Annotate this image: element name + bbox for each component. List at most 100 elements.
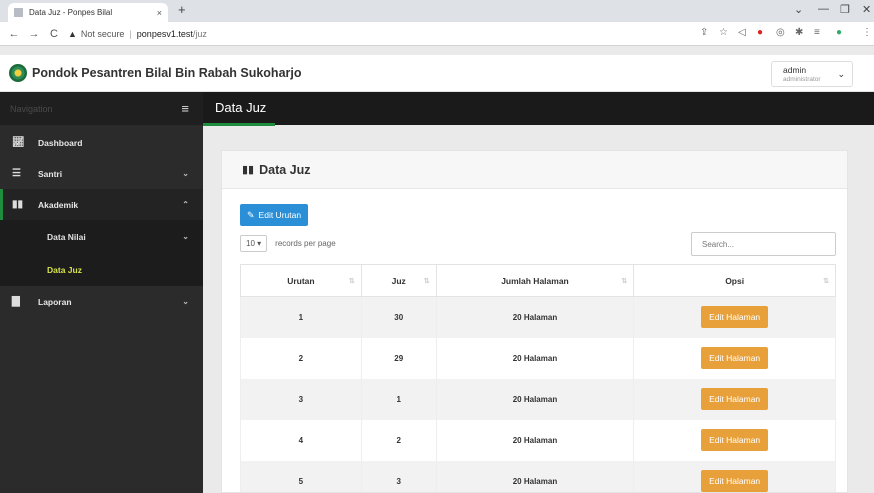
sidebar-item-akademik[interactable]: ▮▮ Akademik ⌃ [0,189,203,220]
records-per-page: 10 ▾ records per page [240,235,336,252]
reload-icon[interactable]: C [48,28,60,40]
back-icon[interactable]: ← [8,28,20,40]
column-header-urutan[interactable]: Urutan ⇅ [240,264,362,297]
new-tab-button[interactable]: + [178,2,186,17]
user-menu[interactable]: admin administrator ⌄ [771,61,853,87]
browser-tab-bar: Data Juz - Ponpes Bilal × + ⌄ — ❐ ✕ [0,0,874,22]
url-field[interactable]: ▲ Not secure | ponpesv1.test/juz [68,29,207,39]
brand-title: Pondok Pesantren Bilal Bin Rabah Sukohar… [32,66,302,80]
sidebar: Navigation ≡ 📈︎ Dashboard ☰ Santri ⌄ ▮▮ … [0,92,203,493]
search-input[interactable] [691,232,836,256]
cell-opsi: Edit Halaman [633,419,836,461]
sidebar-item-label: Santri [38,168,63,179]
tab-search-chevron-icon[interactable]: ⌄ [794,3,803,16]
app-header: Pondok Pesantren Bilal Bin Rabah Sukohar… [0,55,874,92]
cell-opsi: Edit Halaman [633,296,836,338]
edit-halaman-button[interactable]: Edit Halaman [701,429,769,451]
cell-juz: 2 [360,419,437,461]
sidebar-header: Navigation ≡ [0,92,203,125]
file-icon: ▇ [12,296,20,307]
edit-halaman-button[interactable]: Edit Halaman [701,388,769,410]
reading-list-icon[interactable]: ≡ [814,27,820,38]
profile-avatar-icon[interactable]: ● [836,27,842,38]
sidebar-item-data-juz[interactable]: Data Juz [0,253,203,286]
edit-urutan-button[interactable]: ✎ Edit Urutan [240,204,309,226]
list-icon: ☰ [12,168,21,179]
title-underline [203,123,275,126]
table-row: 2 29 20 Halaman Edit Halaman [240,337,836,379]
sidebar-item-laporan[interactable]: ▇ Laporan ⌄ [0,286,203,317]
forward-icon[interactable]: → [28,28,40,40]
sidebar-item-label: Akademik [38,199,79,210]
sidebar-item-dashboard[interactable]: 📈︎ Dashboard [0,127,203,158]
column-header-juz[interactable]: Juz ⇅ [360,264,437,297]
column-header-label: Opsi [725,275,745,286]
chevron-down-icon: ⌄ [182,169,189,178]
mute-icon[interactable]: ◁ [738,27,746,38]
cell-urutan: 4 [240,419,362,461]
edit-halaman-button[interactable]: Edit Halaman [701,347,769,369]
sort-icon: ⇅ [621,278,628,285]
chevron-up-icon: ⌃ [182,200,189,209]
cell-urutan: 3 [240,378,362,420]
cell-opsi: Edit Halaman [633,460,836,492]
cell-jumlah-halaman: 20 Halaman [435,460,635,492]
user-name: admin [783,65,807,75]
edit-icon: ✎ [247,209,255,220]
edit-halaman-button[interactable]: Edit Halaman [701,470,769,492]
chevron-down-icon: ⌄ [837,69,845,79]
book-open-icon: ▮▮ [12,199,24,210]
share-icon[interactable]: ⇪ [700,27,708,38]
browser-menu-icon[interactable]: ⋮ [862,27,872,38]
cell-jumlah-halaman: 20 Halaman [435,378,635,420]
cell-jumlah-halaman: 20 Halaman [435,337,635,379]
cell-juz: 29 [360,337,437,379]
chevron-down-icon: ⌄ [182,297,189,306]
column-header-opsi[interactable]: Opsi ⇅ [633,264,836,297]
cell-opsi: Edit Halaman [633,337,836,379]
navigation-label: Navigation [10,103,53,114]
card-title: Data Juz [259,162,311,177]
table-header-row: Urutan ⇅ Juz ⇅ Jumlah Halaman ⇅ Opsi ⇅ [240,264,836,297]
restore-icon[interactable]: ❐ [840,3,850,16]
cell-jumlah-halaman: 20 Halaman [435,296,635,338]
hamburger-menu-icon[interactable]: ≡ [181,101,189,116]
column-header-label: Juz [391,275,406,286]
sidebar-item-santri[interactable]: ☰ Santri ⌄ [0,158,203,189]
sidebar-item-label: Data Juz [47,264,82,275]
table-row: 3 1 20 Halaman Edit Halaman [240,378,836,420]
tab-title: Data Juz - Ponpes Bilal [29,8,113,17]
column-header-label: Urutan [287,275,315,286]
records-per-page-select[interactable]: 10 ▾ [240,235,268,252]
juz-table: Urutan ⇅ Juz ⇅ Jumlah Halaman ⇅ Opsi ⇅ 1 30 … [240,264,836,492]
card-header: ▮▮ Data Juz [222,151,847,189]
sidebar-item-data-nilai[interactable]: Data Nilai ⌄ [0,220,203,253]
cell-juz: 3 [360,460,437,492]
cell-urutan: 2 [240,337,362,379]
minimize-icon[interactable]: — [818,3,829,15]
column-header-jumlah-halaman[interactable]: Jumlah Halaman ⇅ [435,264,635,297]
record-extension-icon[interactable]: ● [757,27,763,38]
cell-opsi: Edit Halaman [633,378,836,420]
edit-halaman-button[interactable]: Edit Halaman [701,306,769,329]
browser-tab[interactable]: Data Juz - Ponpes Bilal × [8,3,168,22]
book-open-icon: ▮▮ [242,164,255,176]
url-path: /juz [192,28,207,39]
security-label: Not secure [80,28,125,39]
sort-icon: ⇅ [423,278,430,285]
url-host: ponpesv1.test [136,28,193,39]
records-value: 10 [246,239,255,248]
cell-urutan: 1 [240,296,362,338]
sidebar-item-label: Data Nilai [47,231,86,242]
sidebar-item-label: Dashboard [38,137,83,148]
camera-extension-icon[interactable]: ◎ [776,27,785,38]
bookmark-star-icon[interactable]: ☆ [719,27,728,38]
close-window-icon[interactable]: ✕ [862,3,871,16]
cell-juz: 30 [360,296,437,338]
tab-close-icon[interactable]: × [157,8,162,18]
sort-icon: ⇅ [823,278,829,285]
page-favicon-icon [14,8,23,17]
extensions-icon[interactable]: ✱ [795,27,803,38]
table-row: 5 3 20 Halaman Edit Halaman [240,460,836,492]
sort-icon: ⇅ [348,278,355,285]
